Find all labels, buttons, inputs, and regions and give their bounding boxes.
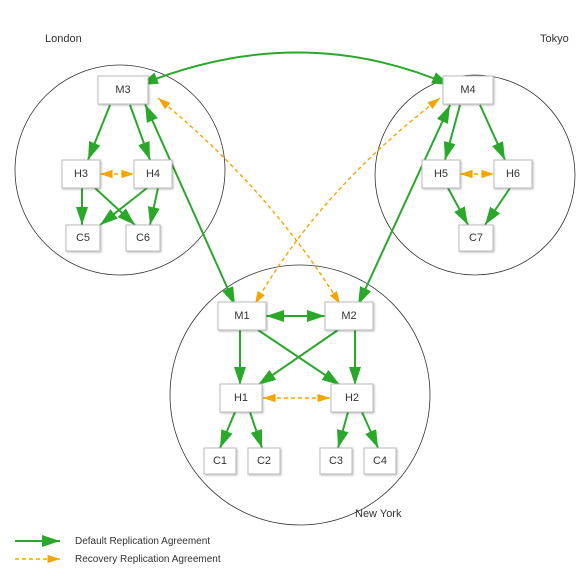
node-m2: M2 [325,302,373,330]
svg-text:C5: C5 [76,232,90,244]
node-c2: C2 [248,448,280,474]
node-c4: C4 [364,448,396,474]
edge-h4-c6 [150,188,158,225]
region-newyork [170,265,430,525]
node-h5: H5 [422,160,460,188]
svg-text:H6: H6 [506,168,520,180]
edge-h2-c4 [362,412,378,448]
svg-text:C1: C1 [213,455,227,467]
region-label-tokyo: Tokyo [540,33,569,45]
svg-text:H3: H3 [74,168,88,180]
topology-diagram: London Tokyo New York M3 M4 H3 H4 C5 C6 … [0,0,588,572]
edge-m4-m2 [358,105,450,305]
edge-m4-h6 [480,105,505,160]
edge-m3-h3 [88,105,110,160]
edge-h1-c1 [220,412,235,448]
svg-text:M2: M2 [341,310,356,322]
legend-default-label: Default Replication Agreement [75,536,210,547]
edge-m3-m4 [140,53,450,86]
node-m3: M3 [98,76,148,104]
svg-text:H1: H1 [234,392,248,404]
edge-m4-m1-recovery [255,98,440,304]
edge-m3-m2-recovery [158,98,340,304]
svg-text:C4: C4 [373,455,387,467]
svg-text:C3: C3 [329,455,343,467]
node-h6: H6 [494,160,532,188]
node-m4: M4 [443,76,493,104]
legend-recovery-label: Recovery Replication Agreement [75,554,221,565]
svg-text:M1: M1 [234,310,249,322]
node-c6: C6 [126,225,160,251]
node-c7: C7 [459,225,493,251]
node-h3: H3 [62,160,100,188]
region-label-london: London [45,33,82,45]
edge-h4-c5 [100,188,147,225]
svg-text:C7: C7 [469,232,483,244]
svg-text:C2: C2 [257,455,271,467]
svg-text:H5: H5 [434,168,448,180]
svg-text:C6: C6 [136,232,150,244]
node-h4: H4 [134,160,172,188]
edge-h2-c3 [338,412,348,448]
edge-m3-h4 [130,105,150,160]
edge-h5-c7 [448,188,468,225]
edge-h1-c2 [250,412,262,448]
svg-text:H4: H4 [146,168,160,180]
node-c1: C1 [204,448,236,474]
legend: Default Replication Agreement Recovery R… [15,536,221,565]
svg-text:M4: M4 [460,84,475,96]
edge-h6-c7 [485,188,510,225]
node-h1: H1 [220,384,262,412]
node-c5: C5 [66,225,100,251]
edge-m3-m1 [145,104,235,305]
svg-text:H2: H2 [345,392,359,404]
node-h2: H2 [331,384,373,412]
node-c3: C3 [320,448,352,474]
svg-text:M3: M3 [115,84,130,96]
region-label-newyork: New York [355,508,402,520]
node-m1: M1 [218,302,266,330]
edge-h3-c6 [95,188,135,225]
